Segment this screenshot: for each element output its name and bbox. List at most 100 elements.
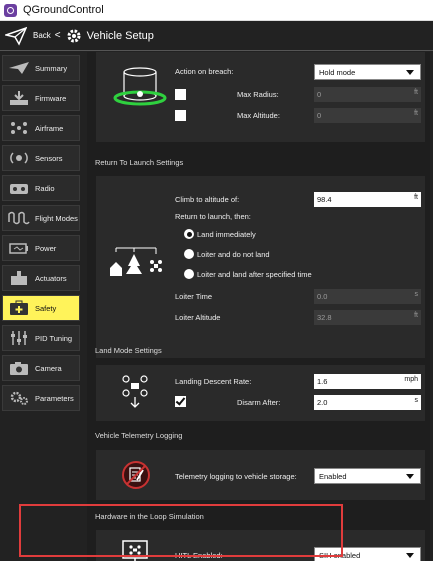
- chevron-down-icon: [406, 474, 414, 479]
- radio-icon: [10, 184, 28, 194]
- action-on-breach-value: Hold mode: [319, 67, 356, 77]
- disarm-after-unit: s: [414, 397, 419, 404]
- climb-altitude-unit: ft: [414, 194, 418, 201]
- landing-descent-unit: mph: [404, 376, 418, 383]
- max-altitude-field[interactable]: 0 ft: [314, 108, 421, 123]
- landing-drone-icon: [122, 375, 148, 408]
- telemetry-logging-select[interactable]: Enabled: [314, 468, 421, 484]
- chevron-down-icon: [406, 553, 414, 558]
- sidebar-item-label: Flight Modes: [35, 213, 78, 223]
- sidebar-item-label: Power: [35, 243, 57, 253]
- page-title: Vehicle Setup: [86, 29, 154, 42]
- max-radius-field[interactable]: 0 ft: [314, 87, 421, 102]
- disarm-after-value: 2.0: [317, 398, 328, 407]
- loiter-time-field[interactable]: 0.0 s: [314, 289, 421, 304]
- land-immediately-label[interactable]: Land immediately: [197, 230, 256, 239]
- loiter-altitude-value: 32.8: [317, 313, 332, 322]
- sidebar-item-camera[interactable]: Camera: [2, 355, 80, 381]
- landing-descent-label: Landing Descent Rate:: [175, 377, 252, 386]
- plane-icon: [9, 62, 29, 74]
- sidebar-item-parameters[interactable]: Parameters: [2, 385, 80, 411]
- sidebar-item-firmware[interactable]: Firmware: [2, 85, 80, 111]
- sidebar-item-power[interactable]: Power: [2, 235, 80, 261]
- loiter-then-land-label[interactable]: Loiter and land after specified time: [197, 270, 312, 279]
- climb-altitude-label: Climb to altitude of:: [175, 195, 240, 204]
- loiter-no-land-radio[interactable]: [184, 249, 194, 259]
- max-altitude-checkbox[interactable]: [175, 110, 186, 121]
- landing-descent-field[interactable]: 1.6 mph: [314, 374, 421, 389]
- annotation-highlight-box: [19, 504, 343, 557]
- airframe-icon: [11, 122, 27, 134]
- sidebar-item-label: Parameters: [35, 393, 74, 403]
- window-titlebar: QGroundControl: [0, 0, 433, 21]
- sidebar-item-label: Safety: [35, 303, 57, 313]
- loiter-time-label: Loiter Time: [175, 292, 213, 301]
- loiter-then-land-radio[interactable]: [184, 269, 194, 279]
- max-altitude-unit: ft: [414, 110, 418, 117]
- sidebar-item-label: PID Tuning: [35, 333, 73, 343]
- max-radius-value: 0: [317, 90, 322, 99]
- max-altitude-value: 0: [317, 111, 322, 120]
- sidebar-item-airframe[interactable]: Airframe: [2, 115, 80, 141]
- gear-icon: [67, 29, 81, 42]
- qgc-app-icon: [4, 3, 17, 17]
- loiter-altitude-field[interactable]: 32.8 ft: [314, 310, 421, 325]
- telemetry-panel: Telemetry logging to vehicle storage: En…: [96, 450, 425, 500]
- land-section-title: Land Mode Settings: [95, 346, 162, 355]
- battery-icon: [9, 243, 28, 254]
- sensors-icon: [10, 152, 28, 164]
- app-area: Back < Vehicle Setup Summary Firmware Ai…: [0, 21, 433, 561]
- disarm-after-field[interactable]: 2.0 s: [314, 395, 421, 410]
- chevron-down-icon: [406, 70, 414, 75]
- disarm-after-label: Disarm After:: [237, 398, 281, 407]
- loiter-altitude-unit: ft: [414, 312, 418, 319]
- max-radius-checkbox[interactable]: [175, 89, 186, 100]
- paper-plane-icon[interactable]: [5, 26, 27, 46]
- telemetry-logging-label: Telemetry logging to vehicle storage:: [175, 472, 297, 481]
- max-radius-unit: ft: [414, 89, 418, 96]
- loiter-time-value: 0.0: [317, 292, 328, 301]
- telemetry-section-title: Vehicle Telemetry Logging: [95, 431, 183, 440]
- sidebar: Summary Firmware Airframe Sensors Radio …: [2, 55, 80, 415]
- sidebar-item-label: Firmware: [35, 93, 67, 103]
- land-immediately-radio[interactable]: [184, 229, 194, 239]
- max-altitude-label: Max Altitude:: [237, 111, 280, 120]
- breadcrumb-separator: <: [54, 30, 61, 41]
- sidebar-item-label: Summary: [35, 63, 68, 73]
- sidebar-item-actuators[interactable]: Actuators: [2, 265, 80, 291]
- telemetry-logging-value: Enabled: [319, 471, 347, 481]
- climb-altitude-field[interactable]: 98.4 ft: [314, 192, 421, 207]
- top-toolbar: Back < Vehicle Setup: [0, 21, 433, 51]
- loiter-no-land-label[interactable]: Loiter and do not land: [197, 250, 270, 259]
- sidebar-item-sensors[interactable]: Sensors: [2, 145, 80, 171]
- sidebar-item-radio[interactable]: Radio: [2, 175, 80, 201]
- sidebar-item-summary[interactable]: Summary: [2, 55, 80, 81]
- sidebar-item-flight-modes[interactable]: Flight Modes: [2, 205, 80, 231]
- climb-altitude-value: 98.4: [317, 195, 332, 204]
- geofence-icon: [113, 67, 167, 106]
- sidebar-item-label: Sensors: [35, 153, 63, 163]
- gears-icon: [10, 391, 28, 405]
- safety-content: Action on breach: Hold mode Max Radius: …: [87, 52, 430, 561]
- download-icon: [10, 91, 28, 105]
- max-radius-label: Max Radius:: [237, 90, 279, 99]
- sidebar-item-safety[interactable]: Safety: [2, 295, 80, 321]
- rtl-section-title: Return To Launch Settings: [95, 158, 184, 167]
- medkit-icon: [10, 300, 28, 315]
- sidebar-item-label: Actuators: [35, 273, 67, 283]
- disarm-after-checkbox[interactable]: [175, 396, 186, 407]
- actuator-icon: [11, 271, 27, 285]
- sidebar-item-label: Radio: [35, 183, 55, 193]
- action-on-breach-select[interactable]: Hold mode: [314, 64, 421, 80]
- telemetry-log-icon: [122, 461, 150, 489]
- window-title: QGroundControl: [23, 4, 104, 16]
- wave-icon: [8, 211, 30, 225]
- sliders-icon: [11, 331, 27, 345]
- back-button[interactable]: Back: [33, 31, 51, 40]
- loiter-altitude-label: Loiter Altitude: [175, 313, 221, 322]
- sidebar-item-pid-tuning[interactable]: PID Tuning: [2, 325, 80, 351]
- action-on-breach-label: Action on breach:: [175, 67, 234, 76]
- return-to-launch-icon: [110, 247, 162, 276]
- camera-icon: [10, 362, 28, 375]
- sidebar-item-label: Airframe: [35, 123, 64, 133]
